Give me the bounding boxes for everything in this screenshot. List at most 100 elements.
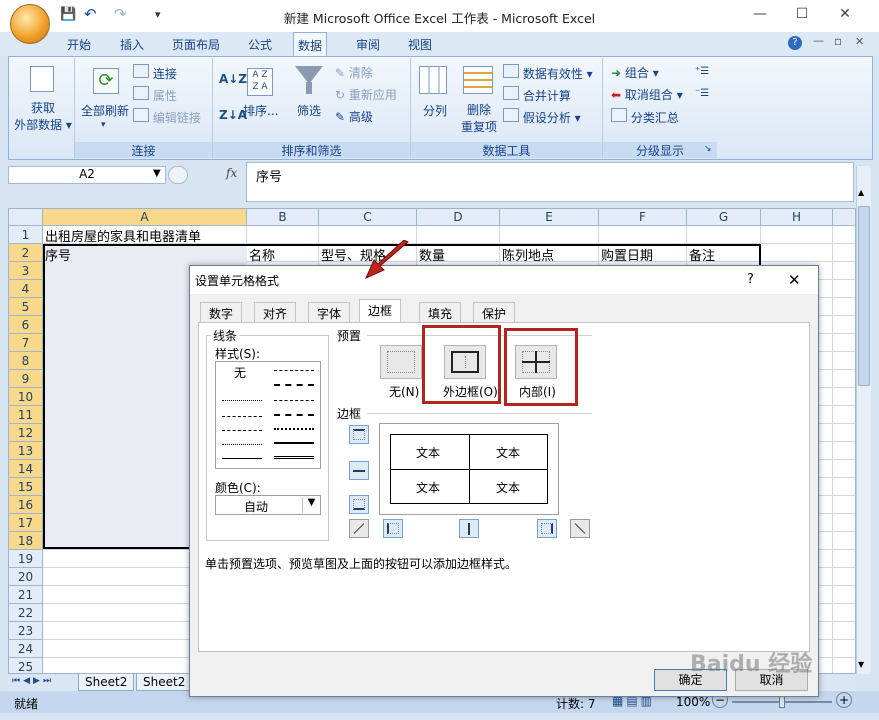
ribbon-restore-icon[interactable]: ▫ (834, 34, 842, 48)
close-button[interactable]: ✕ (830, 6, 860, 24)
border-bottom-button[interactable] (349, 495, 369, 514)
line-style-list[interactable]: 无 (215, 361, 321, 469)
line-style-option[interactable] (274, 456, 314, 460)
column-header-h[interactable]: H (761, 209, 833, 226)
cell-g2[interactable]: 备注 (689, 245, 715, 264)
data-validation-button[interactable]: 数据有效性 ▾ (503, 64, 593, 82)
border-right-button[interactable] (537, 519, 557, 538)
fx-icon[interactable]: fx (226, 166, 237, 180)
border-diag-down-button[interactable] (570, 519, 590, 538)
tab-page-layout[interactable]: 页面布局 (168, 36, 224, 56)
border-diag-up-button[interactable] (349, 519, 369, 538)
show-detail-icon[interactable]: ⁺☰ (695, 66, 709, 77)
consolidate-button[interactable]: 合并计算 (503, 86, 571, 104)
maximize-button[interactable]: ☐ (787, 6, 817, 24)
row-header[interactable]: 23 (9, 622, 43, 640)
dialog-launcher-icon[interactable]: ↘ (704, 144, 712, 154)
filter-button[interactable]: 筛选 (297, 102, 321, 119)
what-if-button[interactable]: 假设分析 ▾ (503, 108, 581, 126)
row-header[interactable]: 24 (9, 640, 43, 658)
sheet-tab[interactable]: Sheet2 (78, 674, 135, 691)
reapply-button[interactable]: ↻ 重新应用 (335, 86, 397, 103)
row-header[interactable]: 10 (9, 388, 43, 406)
zoom-level[interactable]: 100% (676, 695, 710, 709)
tab-number[interactable]: 数字 (200, 302, 243, 322)
row-header[interactable]: 7 (9, 334, 43, 352)
sheet-tab[interactable]: Sheet2 (136, 674, 193, 691)
line-style-option[interactable] (222, 416, 262, 417)
group-button[interactable]: ➜ 组合 ▾ (611, 64, 659, 81)
cell-d2[interactable]: 数量 (419, 245, 445, 264)
scroll-up-icon[interactable]: ▲ (858, 188, 864, 197)
advanced-button[interactable]: ✎ 高级 (335, 108, 373, 125)
row-header[interactable]: 1 (9, 226, 43, 244)
formula-input[interactable] (246, 162, 854, 202)
row-header[interactable]: 22 (9, 604, 43, 622)
select-all-corner[interactable] (9, 209, 43, 226)
line-style-option[interactable] (274, 414, 314, 416)
border-preview[interactable]: 文本 文本 文本 文本 (379, 423, 559, 515)
name-box[interactable]: A2 (8, 166, 166, 184)
refresh-all-button[interactable]: 全部刷新 (81, 102, 129, 119)
row-header[interactable]: 12 (9, 424, 43, 442)
tab-alignment[interactable]: 对齐 (254, 302, 297, 322)
row-header[interactable]: 16 (9, 496, 43, 514)
border-center-button[interactable] (459, 519, 479, 538)
column-header-a[interactable]: A (43, 209, 247, 226)
dialog-help-icon[interactable]: ? (747, 272, 754, 287)
row-header[interactable]: 21 (9, 586, 43, 604)
line-style-option[interactable] (222, 400, 262, 401)
cell-a1[interactable]: 出租房屋的家具和电器清单 (45, 226, 201, 245)
line-style-option[interactable] (274, 428, 314, 430)
color-dropdown-icon[interactable]: ▼ (302, 497, 320, 513)
help-icon[interactable]: ? (788, 36, 802, 50)
ungroup-button[interactable]: ⬅ 取消组合 ▾ (611, 86, 683, 103)
cell-b2[interactable]: 名称 (249, 245, 275, 264)
column-header-blank[interactable] (833, 209, 855, 226)
column-header-c[interactable]: C (319, 209, 417, 226)
tab-protection[interactable]: 保护 (473, 302, 516, 322)
line-style-option[interactable] (274, 370, 314, 371)
tab-data[interactable]: 数据 (293, 32, 328, 56)
row-header[interactable]: 13 (9, 442, 43, 460)
tab-review[interactable]: 审阅 (352, 36, 384, 56)
line-style-option[interactable] (274, 384, 314, 386)
row-header[interactable]: 6 (9, 316, 43, 334)
row-header[interactable]: 5 (9, 298, 43, 316)
tab-fill[interactable]: 填充 (419, 302, 462, 322)
border-top-button[interactable] (349, 425, 369, 444)
subtotal-button[interactable]: 分类汇总 (611, 108, 679, 126)
row-header[interactable]: 14 (9, 460, 43, 478)
row-header[interactable]: 20 (9, 568, 43, 586)
ribbon-minimize-icon[interactable]: — (813, 34, 824, 47)
row-header[interactable]: 3 (9, 262, 43, 280)
tab-font[interactable]: 字体 (308, 302, 351, 322)
connections-button[interactable]: 连接 (133, 64, 177, 82)
get-external-data-button[interactable]: 获取 外部数据 ▾ (14, 100, 72, 134)
row-header[interactable]: 18 (9, 532, 43, 550)
preset-none-button[interactable] (380, 345, 422, 379)
clear-button[interactable]: ✎ 清除 (335, 64, 373, 81)
tab-insert[interactable]: 插入 (116, 36, 148, 56)
row-header[interactable]: 8 (9, 352, 43, 370)
zoom-in-icon[interactable]: + (836, 692, 852, 708)
sheet-nav-icons[interactable]: ⏮◀▶⏭ (12, 676, 54, 686)
remove-duplicates-button[interactable]: 删除 重复项 (461, 102, 497, 136)
dialog-close-icon[interactable]: ✕ (788, 271, 801, 289)
tab-home[interactable]: 开始 (63, 36, 95, 56)
row-header[interactable]: 17 (9, 514, 43, 532)
tab-border[interactable]: 边框 (359, 299, 402, 323)
line-style-option[interactable] (274, 400, 314, 401)
minimize-button[interactable]: — (745, 6, 775, 24)
namebox-dropdown-icon[interactable]: ▼ (153, 168, 161, 179)
vertical-scrollbar[interactable]: ▲ ▼ (856, 166, 871, 674)
line-style-option[interactable] (222, 458, 262, 459)
line-style-option[interactable] (222, 444, 262, 445)
tab-view[interactable]: 视图 (404, 36, 436, 56)
row-header[interactable]: 11 (9, 406, 43, 424)
office-button[interactable] (10, 4, 50, 44)
color-select[interactable]: 自动 ▼ (215, 495, 321, 515)
line-style-none[interactable]: 无 (234, 364, 246, 381)
sort-button[interactable]: 排序... (243, 102, 278, 119)
line-style-option[interactable] (222, 430, 262, 431)
